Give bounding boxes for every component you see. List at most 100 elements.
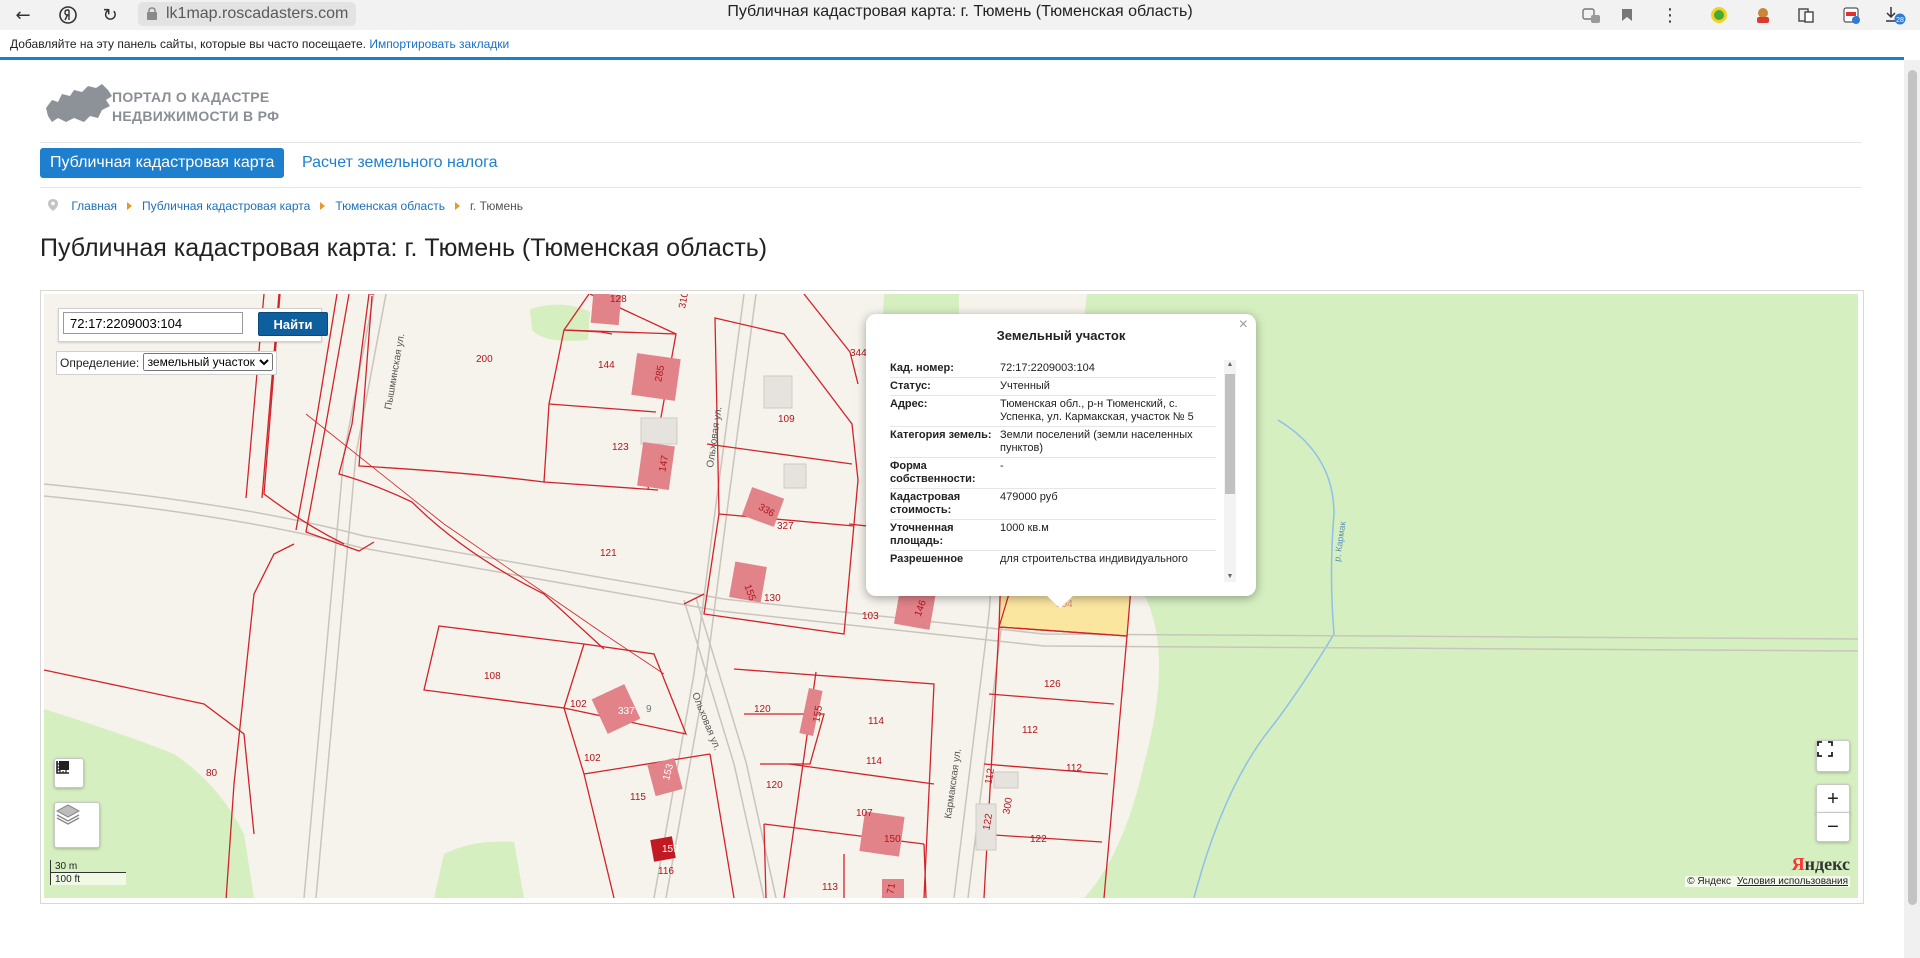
definition-label: Определение: [60, 356, 140, 370]
fullscreen-icon [1817, 741, 1833, 757]
page-progress-bar [0, 57, 1904, 60]
parcel-label: 112 [1022, 725, 1038, 736]
yandex-browser-icon[interactable] [57, 4, 79, 26]
site-notifications-icon[interactable] [1580, 4, 1602, 26]
scroll-down-arrow-icon[interactable]: ▼ [1224, 572, 1236, 582]
reload-icon[interactable]: ↻ [99, 4, 121, 26]
zoom-in-button[interactable]: + [1816, 784, 1850, 814]
import-bookmarks-link[interactable]: Импортировать закладки [369, 37, 509, 51]
downloads-icon[interactable]: 28 [1884, 4, 1906, 26]
popup-key: Уточненная площадь: [890, 522, 954, 547]
parcel-label: 300 [1001, 796, 1015, 815]
parcel-label: 128 [610, 294, 627, 305]
scale-meters: 30 m [50, 860, 126, 873]
zoom-out-button[interactable]: − [1816, 812, 1850, 842]
definition-select[interactable]: земельный участок [142, 353, 273, 371]
back-arrow-icon[interactable]: ← [12, 4, 34, 26]
breadcrumb: Главная Публичная кадастровая карта Тюменс… [48, 196, 523, 216]
parcel-label: 123 [612, 442, 629, 453]
nav-land-tax-calc[interactable]: Расчет земельного налога [302, 148, 498, 178]
parcel-label: 112 [1066, 763, 1082, 774]
parcel-label: 107 [856, 808, 873, 819]
page-title: Публичная кадастровая карта: г. Тюмень (… [40, 234, 768, 262]
layers-icon [55, 804, 81, 825]
ruler-icon [56, 761, 69, 774]
popup-key: Категория земель: [890, 429, 992, 441]
yandex-logo[interactable]: Яндекс [1792, 854, 1850, 875]
browser-toolbar: ← ↻ lk1map.roscadasters.com Публичная ка… [0, 0, 1920, 30]
parcel-label: 108 [484, 671, 501, 682]
portal-logo-text[interactable]: ПОРТАЛ О КАДАСТРЕ НЕДВИЖИМОСТИ В РФ [112, 88, 279, 126]
popup-value: Земли поселений (земли населенных пункто… [1000, 429, 1193, 454]
breadcrumb-arrow-icon [454, 202, 460, 211]
extension-avatar-icon[interactable] [1752, 4, 1774, 26]
fullscreen-button[interactable] [1816, 740, 1850, 772]
breadcrumb-arrow-icon [320, 202, 326, 211]
scale-feet: 100 ft [50, 873, 126, 885]
popup-value: Учтенный [1000, 380, 1050, 392]
page-scrollbar-thumb[interactable] [1908, 70, 1917, 905]
terms-link[interactable]: Условия использования [1737, 876, 1848, 887]
map-scale: 30 m 100 ft [50, 860, 126, 885]
russia-map-logo[interactable] [44, 82, 114, 126]
yandex-logo-ya: Я [1791, 854, 1805, 874]
menu-dots-icon[interactable]: ⋮ [1659, 4, 1681, 26]
popup-scrollbar-thumb[interactable] [1225, 374, 1235, 494]
parcel-label: 102 [570, 699, 587, 710]
address-bar[interactable]: lk1map.roscadasters.com [138, 2, 357, 26]
bookmarks-hint: Добавляйте на эту панель сайты, которые … [10, 37, 366, 51]
breadcrumb-current: г. Тюмень [469, 199, 524, 213]
bookmarks-bar: Добавляйте на эту панель сайты, которые … [0, 30, 1920, 58]
popup-body: Кад. номер: 72:17:2209003:104 Статус: Учте… [890, 360, 1216, 566]
parcel-label: 116 [658, 866, 674, 877]
collections-icon[interactable] [1795, 4, 1817, 26]
parcel-label: 144 [598, 360, 615, 371]
logo-line-1: ПОРТАЛ О КАДАСТРЕ [112, 89, 270, 105]
copyright-text: © Яндекс [1687, 876, 1731, 887]
street-label: Кармакская ул. [943, 748, 964, 819]
popup-value: 72:17:2209003:104 [1000, 362, 1095, 374]
search-panel: Найти [58, 308, 328, 342]
popup-row: Категория земель: Земли поселений (земли … [890, 427, 1216, 458]
cadastral-number-input[interactable] [63, 312, 243, 334]
popup-row: Уточненная площадь: 1000 кв.м [890, 520, 1216, 551]
popup-row: Кад. номер: 72:17:2209003:104 [890, 360, 1216, 378]
popup-key: Статус: [890, 380, 931, 392]
green-area-south [434, 841, 524, 898]
bookmark-icon[interactable] [1616, 4, 1638, 26]
find-button[interactable]: Найти [258, 312, 328, 336]
scroll-up-arrow-icon[interactable]: ▲ [1224, 360, 1236, 370]
parcel-label: 337 [618, 706, 635, 717]
parcel-label: 114 [866, 756, 882, 767]
breadcrumb-region[interactable]: Тюменская область [335, 199, 445, 213]
map-attribution: © Яндекс Условия использования [1685, 876, 1850, 887]
parcel-label: 122 [1030, 834, 1047, 845]
popup-value: - [1000, 460, 1004, 472]
popup-value: 1000 кв.м [1000, 522, 1049, 534]
page-scrollbar[interactable] [1904, 60, 1920, 958]
popup-key: Кадастровая стоимость: [890, 491, 961, 516]
definition-selector: Определение: земельный участок [56, 351, 277, 375]
location-pin-icon [48, 199, 58, 211]
extension-shield-icon[interactable] [1840, 4, 1862, 26]
breadcrumb-home[interactable]: Главная [71, 199, 117, 213]
parcel-label: 150 [884, 834, 901, 845]
ruler-button[interactable] [54, 758, 84, 788]
popup-title: Земельный участок [996, 328, 1126, 343]
layers-button[interactable] [54, 802, 100, 848]
popup-row: Разрешенное для строительства индивидуаль… [890, 551, 1216, 566]
parcel-label: 126 [1044, 679, 1061, 690]
extension-green-icon[interactable] [1708, 4, 1730, 26]
yandex-logo-rest: ндекс [1804, 854, 1850, 874]
popup-row: Статус: Учтенный [890, 378, 1216, 396]
popup-scrollbar[interactable]: ▲ ▼ [1224, 360, 1236, 582]
parcel-label: 80 [206, 768, 218, 779]
popup-row: Форма собственности: - [890, 458, 1216, 489]
popup-value: Тюменская обл., р-н Тюменский, с. Успенк… [1000, 398, 1194, 423]
nav-cadastral-map[interactable]: Публичная кадастровая карта [40, 148, 285, 178]
parcel-label: 159 [662, 844, 679, 855]
parcel-label: 344 [850, 348, 867, 359]
page-tab-title: Публичная кадастровая карта: г. Тюмень (… [727, 3, 1193, 20]
breadcrumb-cadastral-map[interactable]: Публичная кадастровая карта [142, 199, 310, 213]
breadcrumb-arrow-icon [127, 202, 133, 211]
